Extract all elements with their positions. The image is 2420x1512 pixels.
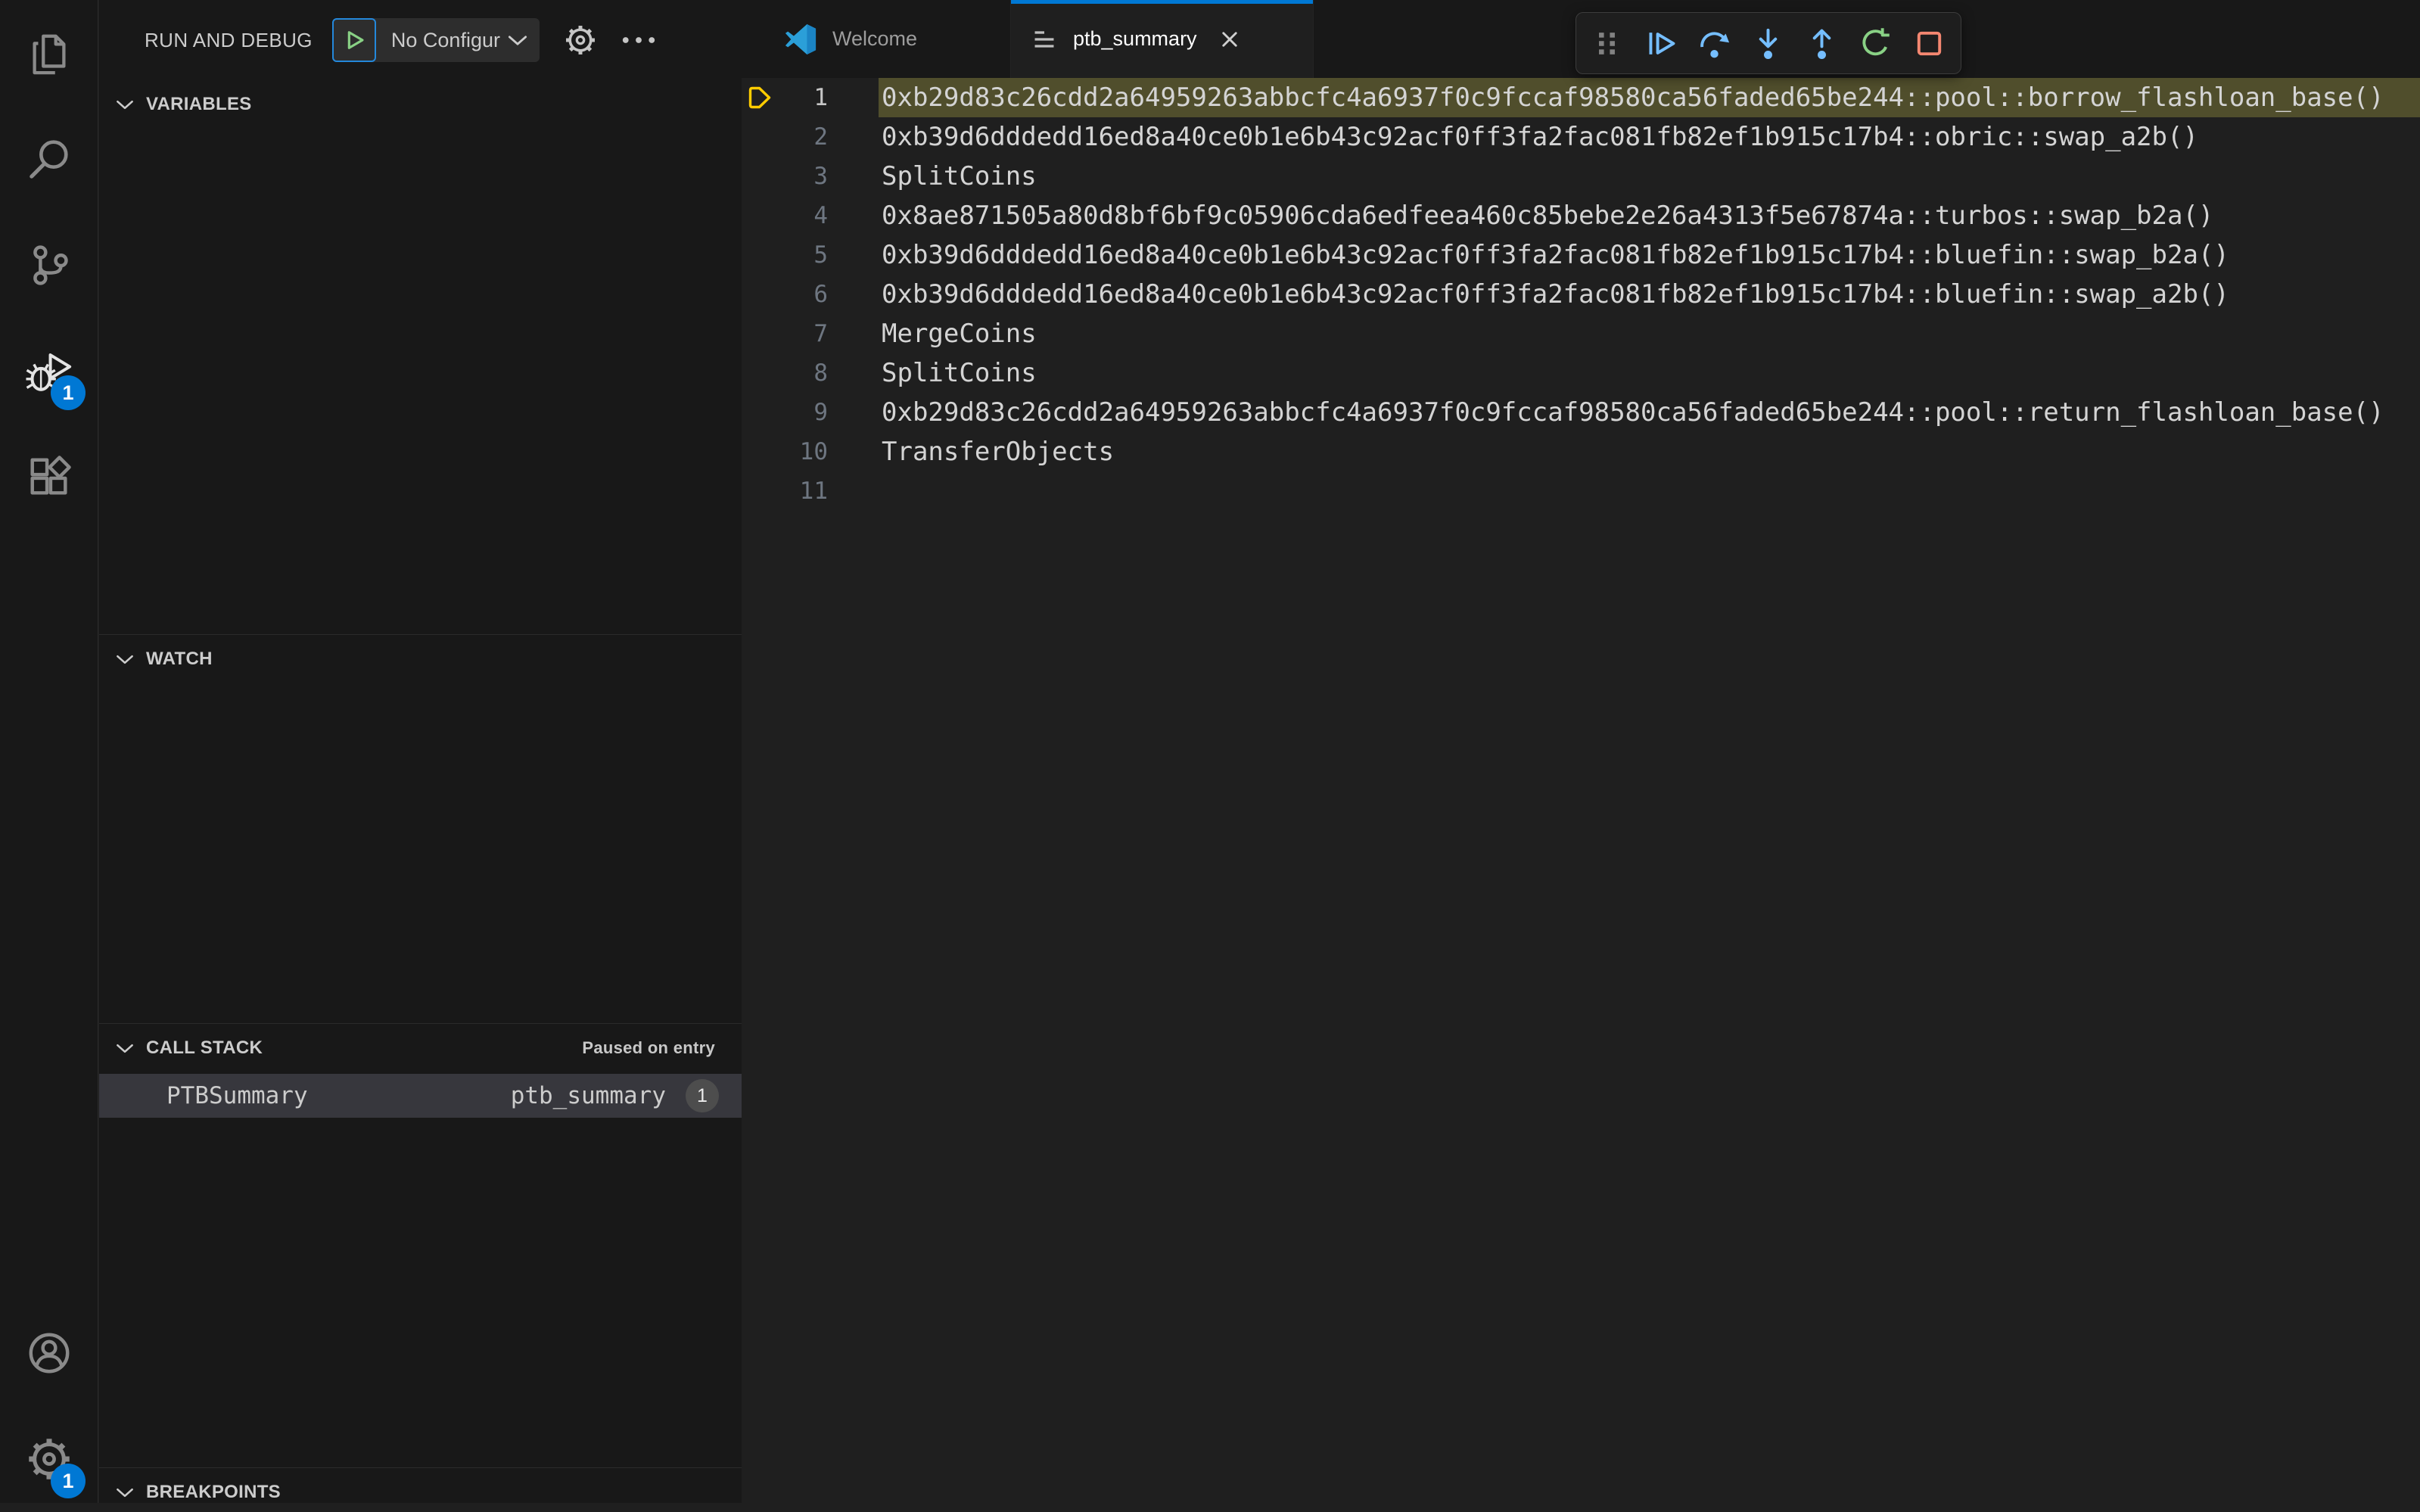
line-text: MergeCoins: [882, 319, 1037, 349]
code-line-4[interactable]: 4 0x8ae871505a80d8bf6bf9c05906cda6edfeea…: [742, 196, 2420, 235]
activity-run-debug-button[interactable]: 1: [0, 318, 98, 424]
variables-panel-label: VARIABLES: [146, 94, 252, 114]
breakpoints-panel-header[interactable]: BREAKPOINTS: [99, 1468, 742, 1503]
activity-settings-button[interactable]: 1: [0, 1406, 98, 1512]
watch-panel-header[interactable]: WATCH: [99, 635, 742, 683]
call-stack-frame-row[interactable]: PTBSummary ptb_summary 1: [99, 1074, 742, 1118]
toolbar-drag-handle[interactable]: [1580, 17, 1634, 70]
code-line-5[interactable]: 5 0xb39d6dddedd16ed8a40ce0b1e6b43c92acf0…: [742, 235, 2420, 275]
code-line-2[interactable]: 2 0xb39d6dddedd16ed8a40ce0b1e6b43c92acf0…: [742, 117, 2420, 157]
line-text: 0xb39d6dddedd16ed8a40ce0b1e6b43c92acf0ff…: [882, 240, 2229, 270]
restart-button[interactable]: [1849, 17, 1902, 70]
line-text: 0x8ae871505a80d8bf6bf9c05906cda6edfeea46…: [882, 201, 2214, 231]
chevron-down-icon: [116, 1043, 134, 1054]
debug-count-badge: 1: [51, 375, 86, 410]
call-stack-panel-header[interactable]: CALL STACK Paused on entry: [99, 1024, 742, 1072]
continue-button[interactable]: [1634, 17, 1687, 70]
activity-bar-bottom: 1: [0, 1300, 98, 1512]
debug-toolbar: [1575, 12, 1961, 74]
line-number: 7: [813, 320, 828, 347]
line-text: 0xb39d6dddedd16ed8a40ce0b1e6b43c92acf0ff…: [882, 122, 2198, 152]
line-number: 5: [813, 241, 828, 269]
line-number: 1: [813, 84, 828, 111]
stop-button[interactable]: [1902, 17, 1956, 70]
frame-line-badge: 1: [686, 1079, 719, 1112]
frame-source: ptb_summary: [510, 1082, 666, 1109]
paused-status-text: Paused on entry: [582, 1038, 715, 1057]
chevron-down-icon: [508, 34, 527, 47]
step-into-button[interactable]: [1741, 17, 1795, 70]
code-line-11[interactable]: 11: [742, 471, 2420, 511]
views-more-actions-icon[interactable]: [621, 36, 656, 45]
code-line-8[interactable]: 8 SplitCoins: [742, 353, 2420, 393]
code-line-9[interactable]: 9 0xb29d83c26cdd2a64959263abbcfc4a6937f0…: [742, 393, 2420, 432]
vscode-logo-icon: [784, 23, 817, 56]
play-icon: [341, 27, 367, 53]
line-number: 3: [813, 163, 828, 190]
watch-panel: WATCH: [99, 634, 742, 1022]
tab-welcome-label: Welcome: [832, 27, 918, 50]
call-stack-panel: CALL STACK Paused on entry PTBSummary pt…: [99, 1023, 742, 1467]
line-number: 6: [813, 281, 828, 308]
line-number: 11: [799, 478, 828, 505]
line-text: TransferObjects: [882, 437, 1115, 467]
line-number: 8: [813, 359, 828, 387]
code-line-6[interactable]: 6 0xb39d6dddedd16ed8a40ce0b1e6b43c92acf0…: [742, 275, 2420, 314]
editor-group: Welcome ptb_summary 1 0xb29d83c26cdd2a64…: [742, 0, 2420, 1503]
activity-extensions-button[interactable]: [0, 424, 98, 530]
activity-bar: 1 1: [0, 0, 98, 1503]
step-over-button[interactable]: [1687, 17, 1741, 70]
debug-config-picker[interactable]: No Configur: [331, 18, 540, 62]
chevron-down-icon: [116, 654, 134, 665]
line-text: 0xb29d83c26cdd2a64959263abbcfc4a6937f0c9…: [882, 82, 2384, 113]
line-text: 0xb29d83c26cdd2a64959263abbcfc4a6937f0c9…: [882, 397, 2384, 428]
sidebar-header: RUN AND DEBUG No Configur: [99, 0, 742, 80]
breakpoints-panel-label: BREAKPOINTS: [146, 1482, 281, 1502]
line-number: 9: [813, 399, 828, 426]
breakpoints-panel: BREAKPOINTS: [99, 1467, 742, 1503]
open-launch-json-gear-icon[interactable]: [564, 23, 597, 57]
run-debug-sidebar: RUN AND DEBUG No Configur VARIABLES WATC…: [99, 0, 742, 1503]
tab-ptb-summary-label: ptb_summary: [1073, 27, 1197, 50]
code-line-3[interactable]: 3 SplitCoins: [742, 157, 2420, 196]
line-number: 4: [813, 202, 828, 229]
tab-welcome[interactable]: Welcome: [742, 0, 1011, 78]
code-editor[interactable]: 1 0xb29d83c26cdd2a64959263abbcfc4a6937f0…: [742, 78, 2420, 1503]
code-line-10[interactable]: 10 TransferObjects: [742, 432, 2420, 471]
account-icon: [26, 1330, 73, 1377]
tab-ptb-summary[interactable]: ptb_summary: [1011, 0, 1314, 78]
variables-panel-header[interactable]: VARIABLES: [99, 80, 742, 129]
source-control-icon: [26, 241, 73, 288]
start-debugging-button[interactable]: [331, 18, 376, 62]
code-line-1[interactable]: 1 0xb29d83c26cdd2a64959263abbcfc4a6937f0…: [742, 78, 2420, 117]
files-icon: [26, 30, 73, 76]
line-number: 10: [799, 438, 828, 465]
line-text: SplitCoins: [882, 358, 1037, 388]
list-icon: [1031, 26, 1058, 53]
line-number: 2: [813, 123, 828, 151]
activity-search-button[interactable]: [0, 106, 98, 212]
chevron-down-icon: [116, 1487, 134, 1498]
frame-name: PTBSummary: [166, 1082, 308, 1109]
activity-accounts-button[interactable]: [0, 1300, 98, 1406]
search-icon: [26, 135, 73, 182]
line-text: SplitCoins: [882, 161, 1037, 191]
config-picker-label: No Configur: [390, 28, 500, 51]
activity-source-control-button[interactable]: [0, 212, 98, 318]
line-text: 0xb39d6dddedd16ed8a40ce0b1e6b43c92acf0ff…: [882, 279, 2229, 310]
chevron-down-icon: [116, 99, 134, 110]
call-stack-panel-label: CALL STACK: [146, 1038, 263, 1058]
activity-explorer-button[interactable]: [0, 0, 98, 106]
watch-panel-label: WATCH: [146, 649, 213, 669]
settings-count-badge: 1: [51, 1464, 86, 1498]
code-line-7[interactable]: 7 MergeCoins: [742, 314, 2420, 353]
extensions-icon: [26, 453, 73, 500]
variables-panel: VARIABLES: [99, 80, 742, 633]
sidebar-title: RUN AND DEBUG: [145, 28, 313, 51]
close-icon[interactable]: [1218, 28, 1241, 51]
step-out-button[interactable]: [1795, 17, 1849, 70]
